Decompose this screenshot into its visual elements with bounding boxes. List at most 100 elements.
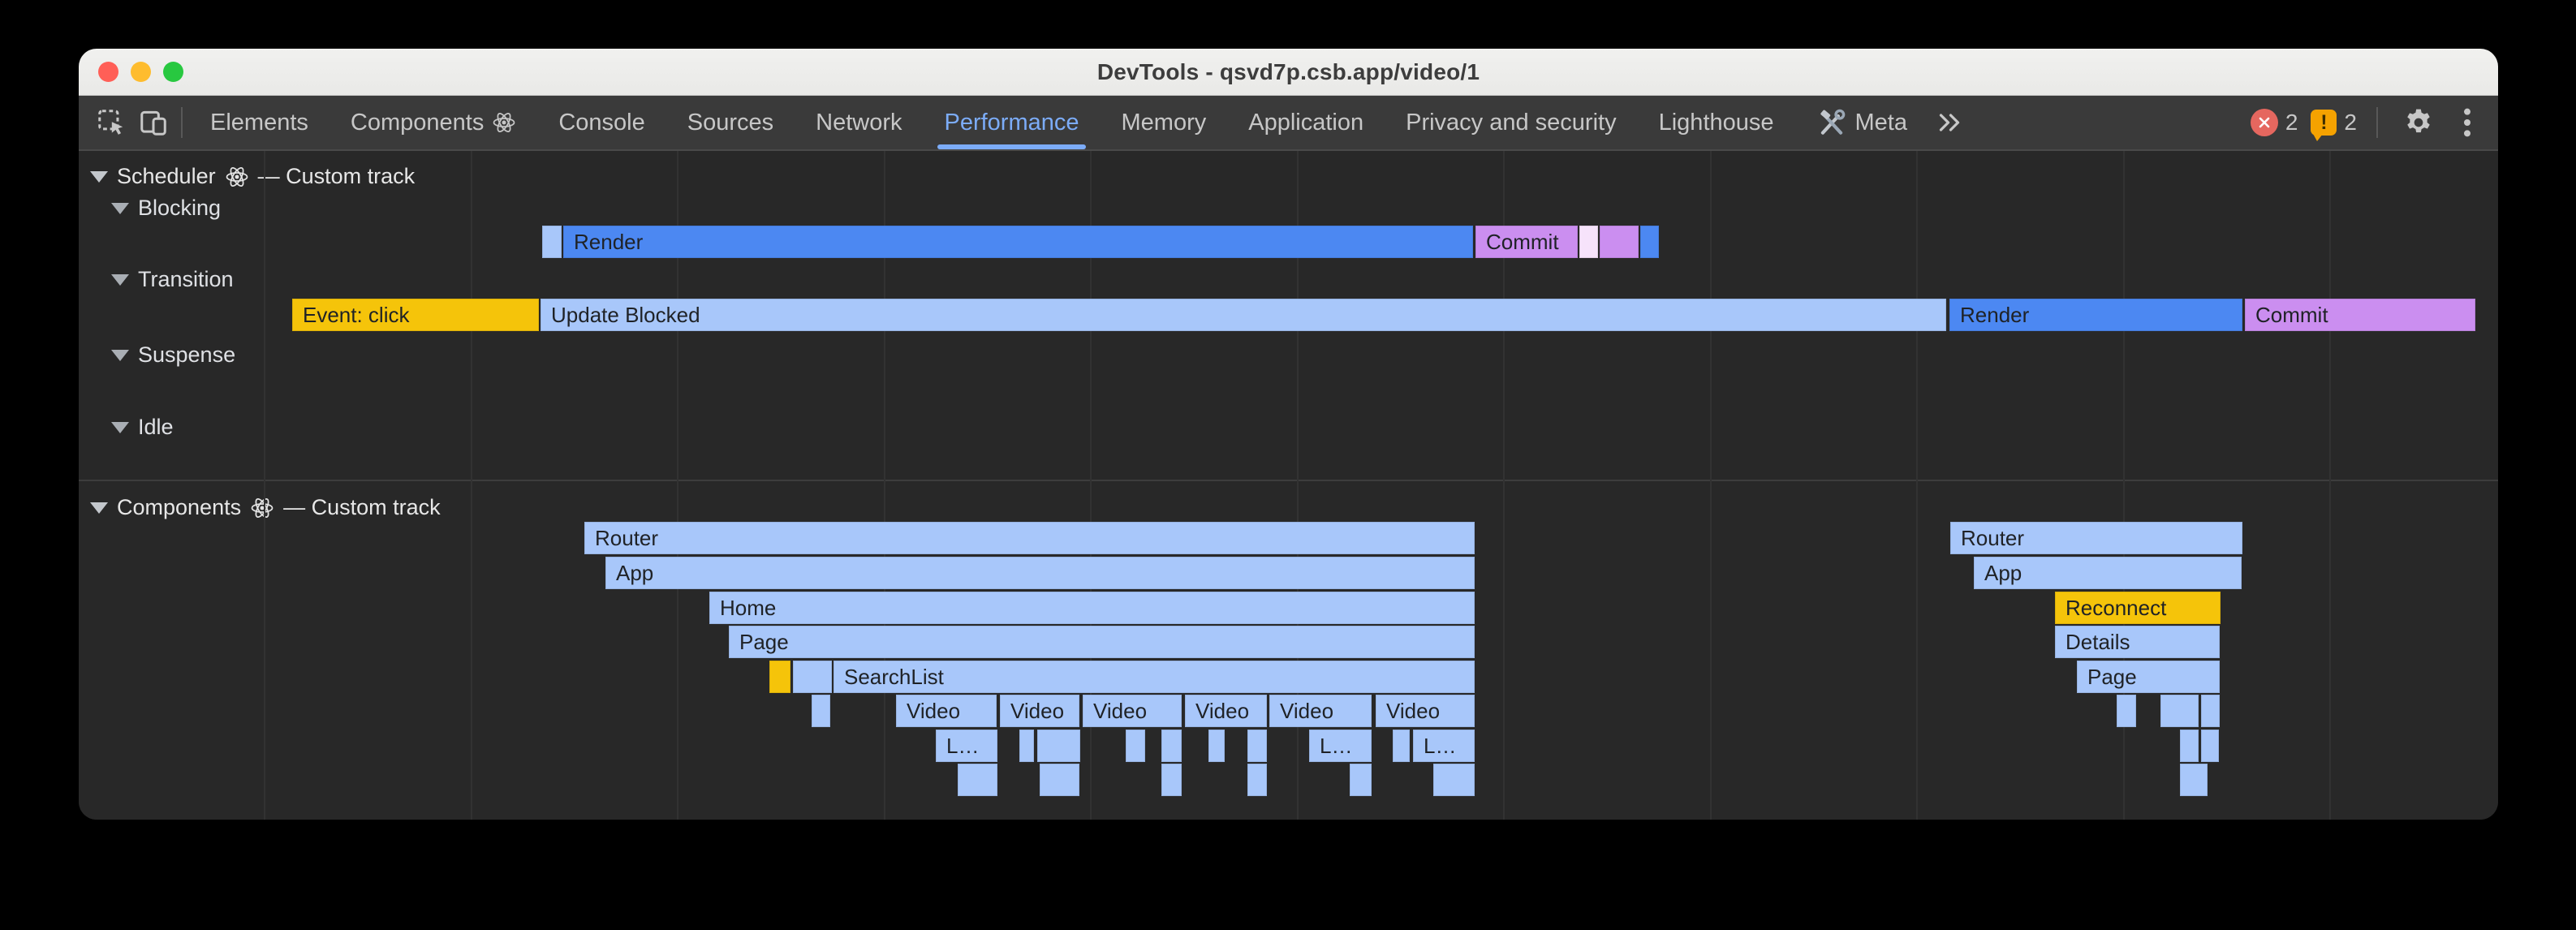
tab-meta[interactable]: Meta [1795, 96, 1928, 149]
tab-privacy-and-security[interactable]: Privacy and security [1385, 96, 1638, 149]
flame-bar-video[interactable]: Video [1376, 695, 1475, 727]
flame-bar[interactable] [1247, 764, 1267, 796]
device-toolbar-icon[interactable] [132, 96, 174, 149]
flame-bar-l[interactable]: L… [936, 730, 997, 762]
flame-bar-details[interactable]: Details [2055, 626, 2220, 658]
tab-label: Performance [944, 110, 1079, 136]
flame-bar-video[interactable]: Video [1000, 695, 1079, 727]
flame-bar-label: Page [729, 630, 789, 654]
flame-bar[interactable] [2180, 764, 2208, 796]
tab-memory[interactable]: Memory [1101, 96, 1228, 149]
tab-performance[interactable]: Performance [923, 96, 1100, 149]
scheduler-track-header[interactable]: Scheduler — Custom track [90, 164, 415, 189]
tab-label: Meta [1855, 110, 1907, 136]
flame-bar[interactable] [1350, 764, 1372, 796]
flame-bar[interactable] [1247, 730, 1267, 762]
flame-bar-home[interactable]: Home [709, 592, 1475, 624]
flame-bar-router[interactable]: Router [1950, 522, 2242, 554]
react-atom-icon [225, 165, 249, 189]
lane-idle[interactable]: Idle [111, 415, 174, 440]
flame-bar-render[interactable]: Render [1949, 299, 2242, 331]
flame-bar-page[interactable]: Page [2077, 661, 2220, 693]
flame-bar[interactable] [1600, 226, 1639, 258]
flame-bar[interactable] [2201, 730, 2219, 762]
flame-bar[interactable] [958, 764, 997, 796]
tab-components[interactable]: Components [330, 96, 537, 149]
flame-bar-video[interactable]: Video [1083, 695, 1182, 727]
flame-bar[interactable] [1126, 730, 1145, 762]
flame-bar[interactable] [1433, 764, 1475, 796]
devtools-toolbar: ElementsComponentsConsoleSourcesNetwork P… [79, 96, 2498, 151]
flame-bar-label: Video [1083, 699, 1147, 723]
flame-bar[interactable] [1040, 764, 1079, 796]
flame-bar[interactable] [2201, 695, 2220, 727]
flame-bar-event-click[interactable]: Event: click [292, 299, 539, 331]
flame-bar-page[interactable]: Page [729, 626, 1475, 658]
flame-bar-router[interactable]: Router [584, 522, 1475, 554]
flame-bar-video[interactable]: Video [896, 695, 997, 727]
flame-bar-app[interactable]: App [605, 557, 1475, 589]
flame-bar-label: App [1974, 561, 2022, 585]
traffic-lights [98, 49, 183, 95]
flame-bar-label: Commit [1475, 230, 1559, 254]
flame-bar-commit[interactable]: Commit [1475, 226, 1578, 258]
error-icon [2251, 109, 2278, 136]
lane-transition[interactable]: Transition [111, 267, 234, 292]
flame-bar[interactable] [1393, 730, 1410, 762]
zoom-button[interactable] [163, 62, 183, 82]
lane-suspense[interactable]: Suspense [111, 342, 235, 368]
more-tabs-chevron-icon[interactable] [1928, 96, 1971, 149]
flame-bar-update-blocked[interactable]: Update Blocked [541, 299, 1946, 331]
tab-elements[interactable]: Elements [189, 96, 330, 149]
flame-bar-label: L… [936, 734, 979, 758]
lane-blocking[interactable]: Blocking [111, 196, 221, 221]
flame-bar-label: Video [1269, 699, 1333, 723]
minimize-button[interactable] [131, 62, 151, 82]
flame-bar[interactable] [1579, 226, 1598, 258]
tab-sources[interactable]: Sources [666, 96, 795, 149]
flame-bar-label: L… [1309, 734, 1352, 758]
warning-badge[interactable]: ! 2 [2311, 110, 2357, 136]
flame-bar-l[interactable]: L… [1309, 730, 1372, 762]
flame-bar[interactable] [1019, 730, 1034, 762]
flame-bar[interactable] [1161, 764, 1182, 796]
tab-label: Memory [1122, 110, 1207, 136]
tab-application[interactable]: Application [1227, 96, 1385, 149]
flame-bar[interactable] [2160, 695, 2199, 727]
flame-bar[interactable] [1208, 730, 1225, 762]
settings-gear-icon[interactable] [2397, 106, 2440, 139]
flame-bar[interactable] [2117, 695, 2136, 727]
flame-bar[interactable] [2180, 730, 2199, 762]
flame-bar-video[interactable]: Video [1185, 695, 1267, 727]
flame-bar-label: App [605, 561, 653, 585]
flame-bar[interactable] [793, 661, 832, 693]
scheduler-track-title: Scheduler [117, 164, 216, 189]
more-options-kebab-icon[interactable] [2453, 106, 2482, 139]
performance-timeline[interactable]: Scheduler — Custom track Components — Cu… [79, 151, 2498, 820]
flame-bar[interactable] [812, 695, 830, 727]
flame-bar[interactable] [1640, 226, 1659, 258]
flame-bar-render[interactable]: Render [563, 226, 1473, 258]
components-track-subtitle: — Custom track [283, 495, 441, 520]
scheduler-track-subtitle: — Custom track [258, 164, 416, 189]
error-badge[interactable]: 2 [2251, 109, 2298, 136]
flame-bar[interactable] [1161, 730, 1182, 762]
flame-bar[interactable] [769, 661, 790, 693]
inspect-element-icon[interactable] [90, 96, 132, 149]
flame-bar[interactable] [1037, 730, 1080, 762]
flame-bar[interactable] [542, 226, 562, 258]
panel-tabs: ElementsComponentsConsoleSourcesNetwork P… [189, 96, 1928, 149]
tab-console[interactable]: Console [537, 96, 666, 149]
flame-bar-app[interactable]: App [1974, 557, 2242, 589]
flame-bar-searchlist[interactable]: SearchList [834, 661, 1475, 693]
tab-network[interactable]: Network [795, 96, 923, 149]
flame-bar-label: Video [1185, 699, 1249, 723]
flame-bar-l[interactable]: L… [1413, 730, 1475, 762]
flame-bar-label: Router [584, 526, 658, 550]
flame-bar-reconnect[interactable]: Reconnect [2055, 592, 2221, 624]
close-button[interactable] [98, 62, 118, 82]
gridline [471, 151, 472, 820]
flame-bar-video[interactable]: Video [1269, 695, 1372, 727]
tab-lighthouse[interactable]: Lighthouse [1638, 96, 1795, 149]
flame-bar-commit[interactable]: Commit [2245, 299, 2475, 331]
